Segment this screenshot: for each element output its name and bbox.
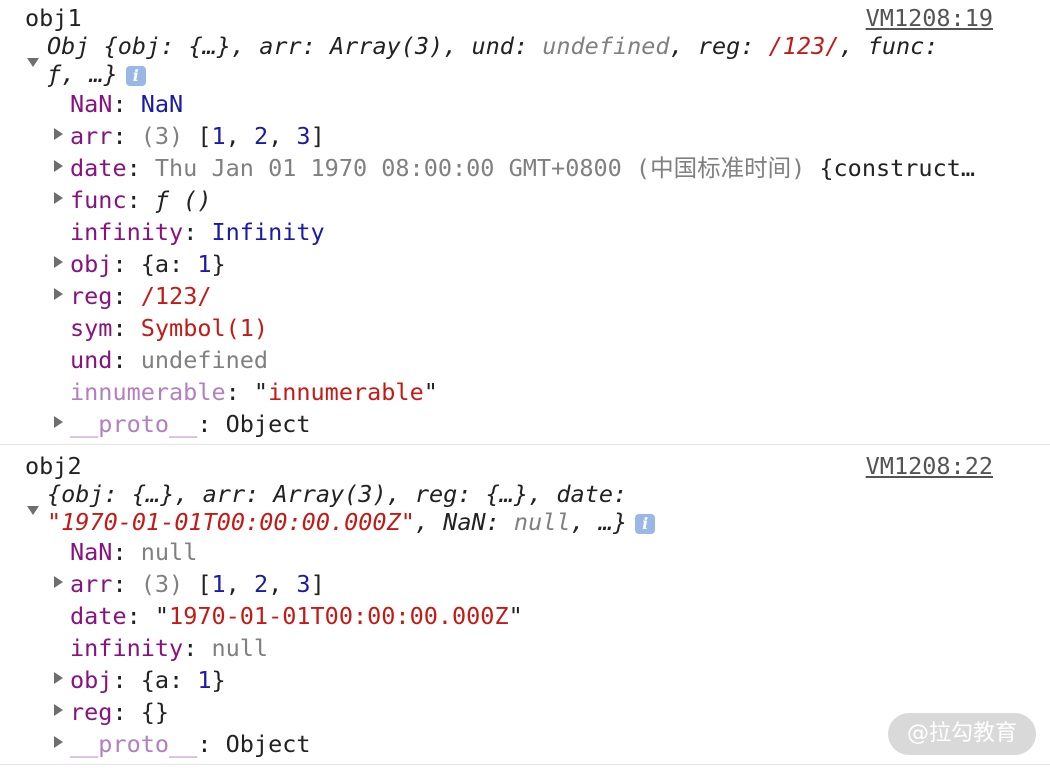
watermark: @拉勾教育 [888, 713, 1036, 755]
info-icon[interactable]: i [125, 65, 146, 86]
object-preview-cont[interactable]: "1970-01-01T00:00:00.000Z", NaN: null, …… [47, 506, 656, 538]
prop-obj[interactable]: obj: {a: 1} [70, 248, 226, 280]
prop-nan: NaN: NaN [70, 90, 184, 118]
prop-innumerable: innumerable: "innumerable" [70, 378, 438, 406]
collapse-triangle-icon[interactable] [27, 506, 39, 515]
prop-arr[interactable]: arr: (3) [1, 2, 3] [70, 120, 325, 152]
prop-func[interactable]: func: ƒ () [70, 184, 211, 216]
prop-date: date: "1970-01-01T00:00:00.000Z" [70, 602, 523, 630]
message-divider [0, 764, 1050, 765]
expand-triangle-icon[interactable] [54, 288, 63, 300]
collapse-triangle-icon[interactable] [27, 58, 39, 67]
prop-infinity: infinity: null [70, 634, 269, 662]
prop-sym: sym: Symbol(1) [70, 314, 269, 342]
prop-date[interactable]: date: Thu Jan 01 1970 08:00:00 GMT+0800 … [70, 152, 975, 184]
info-icon[interactable]: i [635, 513, 656, 534]
console-message-obj1: obj1 VM1208:19 Obj {obj: {…}, arr: Array… [0, 0, 1050, 444]
expand-triangle-icon[interactable] [54, 128, 63, 140]
expand-triangle-icon[interactable] [54, 672, 63, 684]
source-link[interactable]: VM1208:22 [866, 450, 993, 482]
prop-nan: NaN: null [70, 538, 198, 566]
console-message-obj2: obj2 VM1208:22 {obj: {…}, arr: Array(3),… [0, 448, 1050, 764]
prop-infinity: infinity: Infinity [70, 218, 325, 246]
expand-triangle-icon[interactable] [54, 576, 63, 588]
message-divider [0, 444, 1050, 445]
expand-triangle-icon[interactable] [54, 256, 63, 268]
prop-proto[interactable]: __proto__: Object [70, 728, 311, 760]
prop-und: und: undefined [70, 346, 269, 374]
expand-triangle-icon[interactable] [54, 736, 63, 748]
object-preview[interactable]: Obj {obj: {…}, arr: Array(3), und: undef… [47, 30, 938, 62]
expand-triangle-icon[interactable] [54, 416, 63, 428]
object-preview-cont[interactable]: ƒ, …} i [47, 58, 146, 90]
prop-arr[interactable]: arr: (3) [1, 2, 3] [70, 568, 325, 600]
prop-proto[interactable]: __proto__: Object [70, 408, 311, 440]
prop-reg[interactable]: reg: /123/ [70, 280, 212, 312]
prop-obj[interactable]: obj: {a: 1} [70, 664, 226, 696]
prop-reg[interactable]: reg: {} [70, 696, 169, 728]
expand-triangle-icon[interactable] [54, 704, 63, 716]
expand-triangle-icon[interactable] [54, 192, 63, 204]
expand-triangle-icon[interactable] [54, 160, 63, 172]
